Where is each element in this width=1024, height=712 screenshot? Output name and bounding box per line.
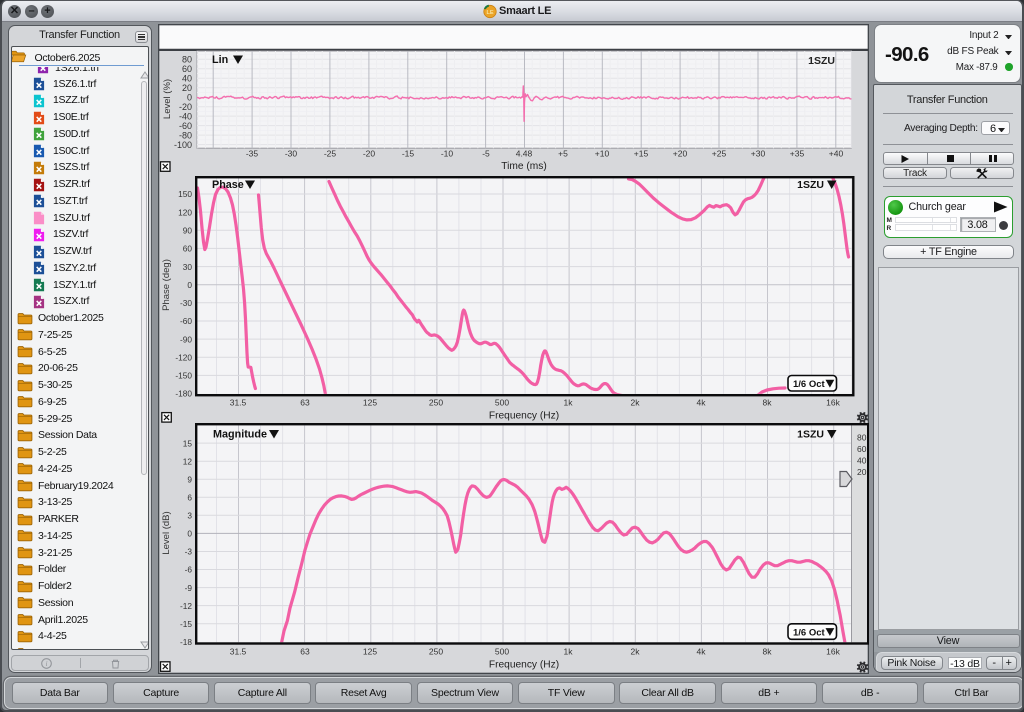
svg-text:4.48: 4.48 — [516, 149, 533, 159]
svg-text:1/6 Oct: 1/6 Oct — [793, 379, 826, 390]
svg-text:2k: 2k — [631, 647, 641, 657]
svg-text:500: 500 — [495, 398, 509, 408]
svg-text:8k: 8k — [763, 647, 773, 657]
svg-text:31.5: 31.5 — [230, 398, 247, 408]
svg-text:-30: -30 — [285, 149, 298, 159]
svg-text:3: 3 — [187, 511, 192, 521]
svg-text:-40: -40 — [179, 111, 192, 121]
svg-text:-6: -6 — [185, 565, 193, 575]
svg-text:125: 125 — [363, 398, 377, 408]
svg-text:60: 60 — [182, 64, 192, 74]
svg-text:Phase: Phase — [212, 179, 244, 191]
svg-text:8k: 8k — [763, 398, 773, 408]
svg-text:1/6 Oct: 1/6 Oct — [793, 627, 826, 638]
svg-text:Level (dB): Level (dB) — [161, 511, 172, 554]
svg-text:16k: 16k — [826, 647, 840, 657]
svg-text:250: 250 — [429, 647, 443, 657]
svg-text:LE: LE — [486, 10, 493, 16]
svg-text:-120: -120 — [175, 353, 192, 363]
svg-text:-20: -20 — [363, 149, 376, 159]
svg-text:-15: -15 — [402, 149, 415, 159]
svg-text:-100: -100 — [174, 140, 192, 150]
svg-text:-90: -90 — [180, 334, 192, 344]
svg-text:-30: -30 — [180, 298, 192, 308]
svg-text:30: 30 — [183, 262, 193, 272]
svg-text:1k: 1k — [564, 647, 574, 657]
svg-text:+40: +40 — [829, 149, 844, 159]
svg-text:+20: +20 — [673, 149, 688, 159]
svg-text:-12: -12 — [180, 601, 192, 611]
svg-text:2k: 2k — [631, 398, 641, 408]
svg-text:-9: -9 — [185, 583, 193, 593]
svg-text:20: 20 — [857, 467, 867, 477]
svg-text:1SZU: 1SZU — [797, 179, 824, 191]
svg-text:4k: 4k — [697, 647, 707, 657]
svg-text:0: 0 — [187, 529, 192, 539]
svg-text:125: 125 — [363, 647, 377, 657]
svg-text:16k: 16k — [826, 398, 840, 408]
svg-text:40: 40 — [182, 74, 192, 84]
svg-text:40: 40 — [857, 455, 867, 465]
svg-text:-150: -150 — [175, 371, 192, 381]
svg-text:60: 60 — [857, 444, 867, 454]
svg-text:31.5: 31.5 — [230, 647, 247, 657]
svg-text:0: 0 — [187, 280, 192, 290]
svg-text:12: 12 — [183, 456, 193, 466]
svg-text:20: 20 — [182, 83, 192, 93]
svg-text:-60: -60 — [179, 121, 192, 131]
svg-text:+35: +35 — [790, 149, 805, 159]
svg-text:1SZU: 1SZU — [797, 429, 824, 441]
svg-text:80: 80 — [182, 55, 192, 65]
svg-text:9: 9 — [187, 474, 192, 484]
svg-text:Frequency (Hz): Frequency (Hz) — [489, 411, 559, 422]
svg-text:Time (ms): Time (ms) — [501, 161, 546, 172]
svg-text:+5: +5 — [558, 149, 568, 159]
svg-text:60: 60 — [183, 244, 193, 254]
svg-text:-3: -3 — [185, 547, 193, 557]
svg-text:150: 150 — [178, 189, 192, 199]
svg-text:-180: -180 — [175, 389, 192, 399]
svg-text:15: 15 — [183, 438, 193, 448]
svg-text:Frequency (Hz): Frequency (Hz) — [489, 660, 559, 671]
svg-text:80: 80 — [857, 432, 867, 442]
svg-text:63: 63 — [300, 647, 310, 657]
svg-text:500: 500 — [495, 647, 509, 657]
svg-text:-20: -20 — [179, 102, 192, 112]
svg-text:6: 6 — [187, 493, 192, 503]
svg-text:+10: +10 — [595, 149, 610, 159]
svg-text:-15: -15 — [180, 619, 192, 629]
svg-text:+30: +30 — [751, 149, 766, 159]
svg-text:+15: +15 — [634, 149, 649, 159]
svg-text:i: i — [45, 659, 47, 668]
svg-text:Phase (deg): Phase (deg) — [161, 259, 172, 311]
svg-text:250: 250 — [429, 398, 443, 408]
svg-text:Magnitude: Magnitude — [213, 429, 267, 441]
svg-text:90: 90 — [183, 226, 193, 236]
svg-text:120: 120 — [178, 207, 192, 217]
svg-text:Lin: Lin — [212, 54, 228, 66]
svg-text:1k: 1k — [564, 398, 574, 408]
svg-text:-35: -35 — [246, 149, 259, 159]
svg-text:63: 63 — [300, 398, 310, 408]
svg-text:4k: 4k — [697, 398, 707, 408]
svg-text:-5: -5 — [482, 149, 490, 159]
svg-text:+25: +25 — [712, 149, 727, 159]
svg-text:Level (%): Level (%) — [162, 79, 173, 119]
svg-text:0: 0 — [187, 92, 192, 102]
svg-text:-80: -80 — [179, 130, 192, 140]
svg-text:1SZU: 1SZU — [808, 55, 835, 67]
svg-text:-10: -10 — [441, 149, 454, 159]
svg-text:-18: -18 — [180, 637, 192, 647]
svg-text:-60: -60 — [180, 316, 192, 326]
svg-text:-25: -25 — [324, 149, 337, 159]
